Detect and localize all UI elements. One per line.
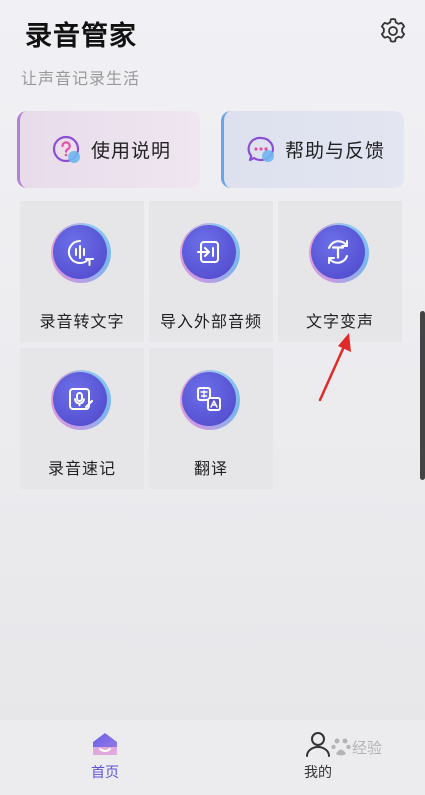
import-audio-icon [197,241,219,263]
tool-import-audio[interactable]: 导入外部音频 [149,201,273,342]
tool-label: 导入外部音频 [159,312,262,331]
scrollbar[interactable] [420,311,425,480]
tab-home-label: 首页 [91,765,119,781]
translate-icon [197,387,221,411]
help-feedback-button[interactable]: 帮助与反馈 [221,111,404,188]
user-icon [306,732,330,757]
tool-label: 录音转文字 [39,312,125,331]
annotation-arrow-icon [318,333,351,402]
text-voice-change-icon [328,240,348,264]
tool-quick-record[interactable]: 录音速记 [20,348,144,489]
usage-guide-button[interactable]: 使用说明 [17,111,200,188]
question-bubble-icon [52,135,82,165]
header: 录音管家 让声音记录生活 [0,0,425,100]
gear-icon [381,18,405,43]
tab-mine-label: 我的 [304,765,332,781]
watermark: 经验 [330,736,382,758]
tool-speech-to-text[interactable]: 录音转文字 [20,201,144,342]
usage-guide-label: 使用说明 [91,140,172,162]
tab-home[interactable]: 首页 [65,730,145,790]
app-subtitle: 让声音记录生活 [21,69,141,88]
tool-label: 录音速记 [47,459,116,478]
speech-to-text-icon [67,239,94,266]
settings-button[interactable] [378,16,408,46]
help-feedback-label: 帮助与反馈 [285,140,386,162]
tool-translate[interactable]: 翻译 [149,348,273,489]
chat-bubble-icon [246,135,276,165]
tool-label: 文字变声 [305,312,374,331]
tool-text-voice-change[interactable]: 文字变声 [278,201,402,342]
app-title: 录音管家 [25,21,137,52]
tool-label: 翻译 [193,459,228,478]
paw-logo-icon [331,738,351,756]
quick-record-icon [69,388,94,410]
watermark-text: 经验 [352,738,383,757]
home-icon [93,733,117,755]
